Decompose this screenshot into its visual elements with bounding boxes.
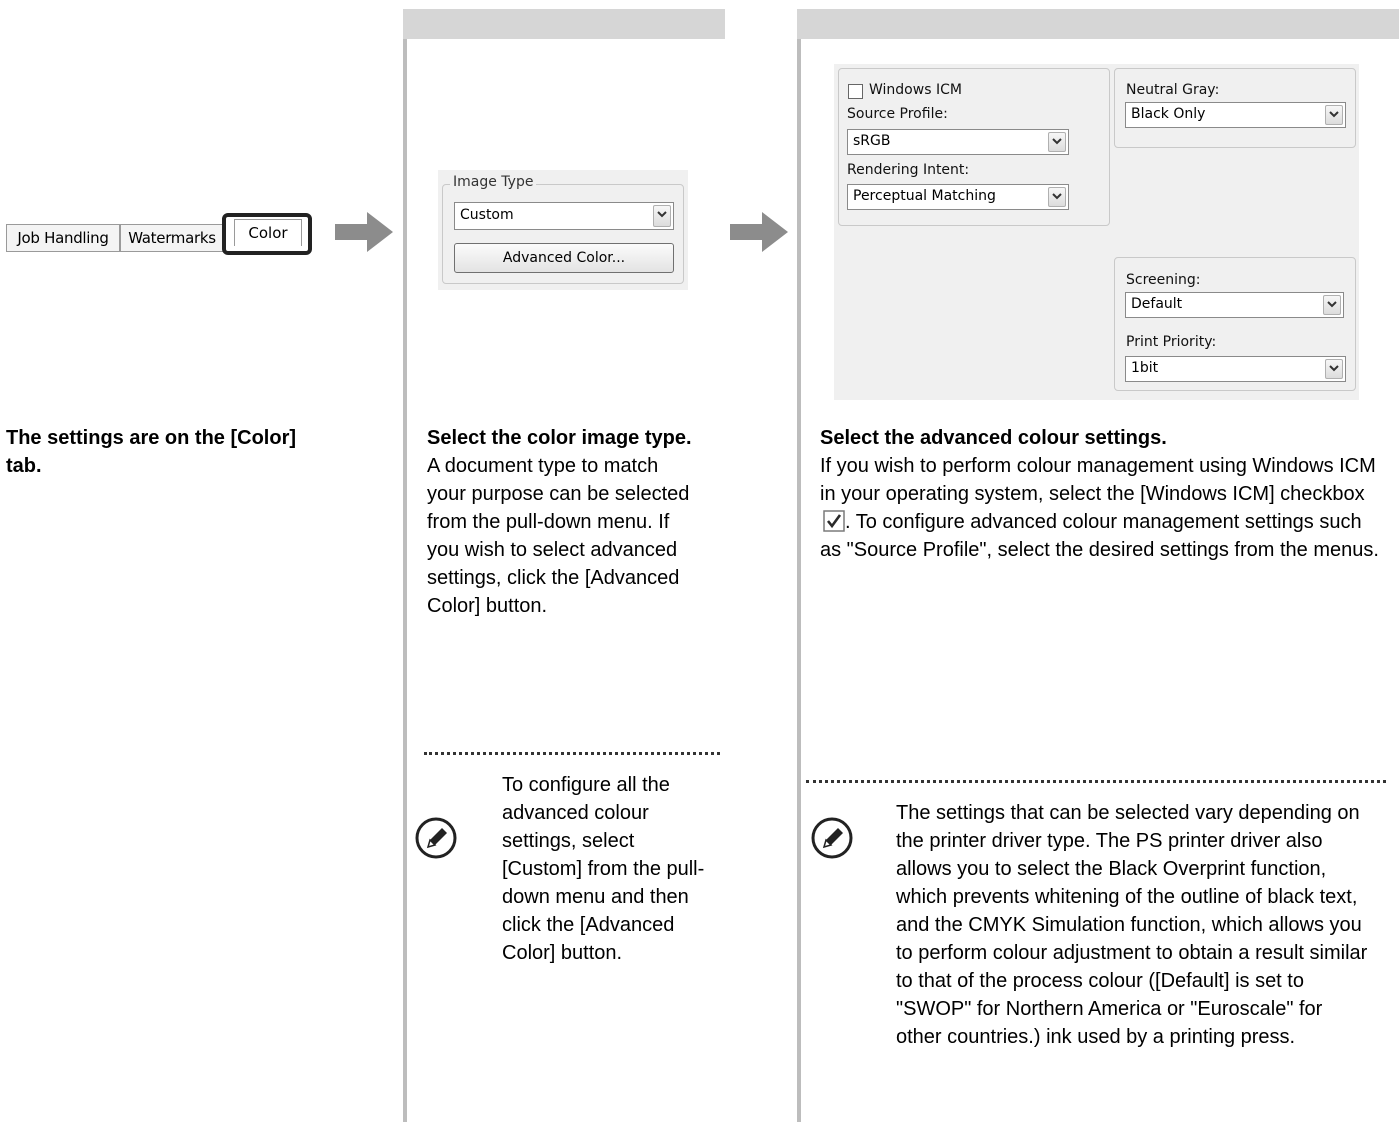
- image-type-title: Image Type: [450, 174, 537, 190]
- checkbox-checked-icon: [823, 510, 845, 532]
- chevron-down-icon[interactable]: [1048, 132, 1066, 152]
- col2-divider: [403, 39, 407, 1122]
- pencil-note-icon: [415, 817, 457, 859]
- source-profile-value: sRGB: [853, 133, 891, 149]
- col3-text: Select the advanced colour settings. If …: [820, 424, 1380, 564]
- image-type-panel: Image Type Custom Advanced Color...: [438, 170, 688, 290]
- tab-watermarks[interactable]: Watermarks: [120, 224, 224, 252]
- image-type-combo[interactable]: Custom: [454, 202, 674, 230]
- screening-label: Screening:: [1126, 272, 1201, 288]
- chevron-down-icon[interactable]: [1325, 359, 1343, 379]
- screening-value: Default: [1131, 296, 1183, 312]
- source-profile-label: Source Profile:: [847, 106, 948, 122]
- col3-divider: [797, 39, 801, 1122]
- rendering-intent-combo[interactable]: Perceptual Matching: [847, 184, 1069, 210]
- neutral-gray-value: Black Only: [1131, 106, 1206, 122]
- col2-note: To configure all the advanced colour set…: [502, 774, 705, 964]
- color-tab-highlight: Color: [222, 213, 312, 255]
- rendering-intent-value: Perceptual Matching: [853, 188, 996, 204]
- right-arrow-icon: [335, 212, 393, 252]
- screening-combo[interactable]: Default: [1125, 292, 1344, 318]
- source-profile-combo[interactable]: sRGB: [847, 129, 1069, 155]
- print-priority-label: Print Priority:: [1126, 334, 1217, 350]
- advanced-color-panel: Windows ICM Source Profile: sRGB Renderi…: [834, 64, 1359, 400]
- col2-body: A document type to match your purpose ca…: [427, 455, 690, 617]
- neutral-gray-label: Neutral Gray:: [1126, 82, 1220, 98]
- col1-caption: The settings are on the [Color] tab.: [6, 427, 297, 477]
- neutral-gray-combo[interactable]: Black Only: [1125, 102, 1346, 128]
- rendering-intent-label: Rendering Intent:: [847, 162, 970, 178]
- tab-color[interactable]: Color: [234, 219, 302, 246]
- image-type-value: Custom: [460, 207, 514, 223]
- col3-header-bar: [797, 9, 1399, 39]
- tab-job-handling[interactable]: Job Handling: [6, 224, 120, 252]
- col2-text: Select the color image type. A document …: [427, 424, 695, 620]
- col3-note: The settings that can be selected vary d…: [896, 802, 1368, 1048]
- pencil-note-icon: [811, 817, 853, 859]
- windows-icm-checkbox[interactable]: [848, 84, 863, 99]
- windows-icm-label: Windows ICM: [869, 82, 962, 98]
- print-priority-combo[interactable]: 1bit: [1125, 356, 1346, 382]
- chevron-down-icon[interactable]: [1048, 187, 1066, 207]
- col3-body-1: If you wish to perform colour management…: [820, 455, 1376, 505]
- col3-note-divider: [806, 780, 1386, 783]
- col3-body-2: . To configure advanced colour managemen…: [820, 511, 1379, 561]
- chevron-down-icon[interactable]: [653, 205, 671, 227]
- col2-header-bar: [403, 9, 725, 39]
- chevron-down-icon[interactable]: [1325, 105, 1343, 125]
- col2-heading: Select the color image type.: [427, 427, 692, 449]
- advanced-color-button[interactable]: Advanced Color...: [454, 243, 674, 273]
- print-priority-value: 1bit: [1131, 360, 1159, 376]
- col3-heading: Select the advanced colour settings.: [820, 427, 1167, 449]
- chevron-down-icon[interactable]: [1323, 295, 1341, 315]
- right-arrow-icon: [730, 212, 788, 252]
- col2-note-divider: [424, 752, 720, 755]
